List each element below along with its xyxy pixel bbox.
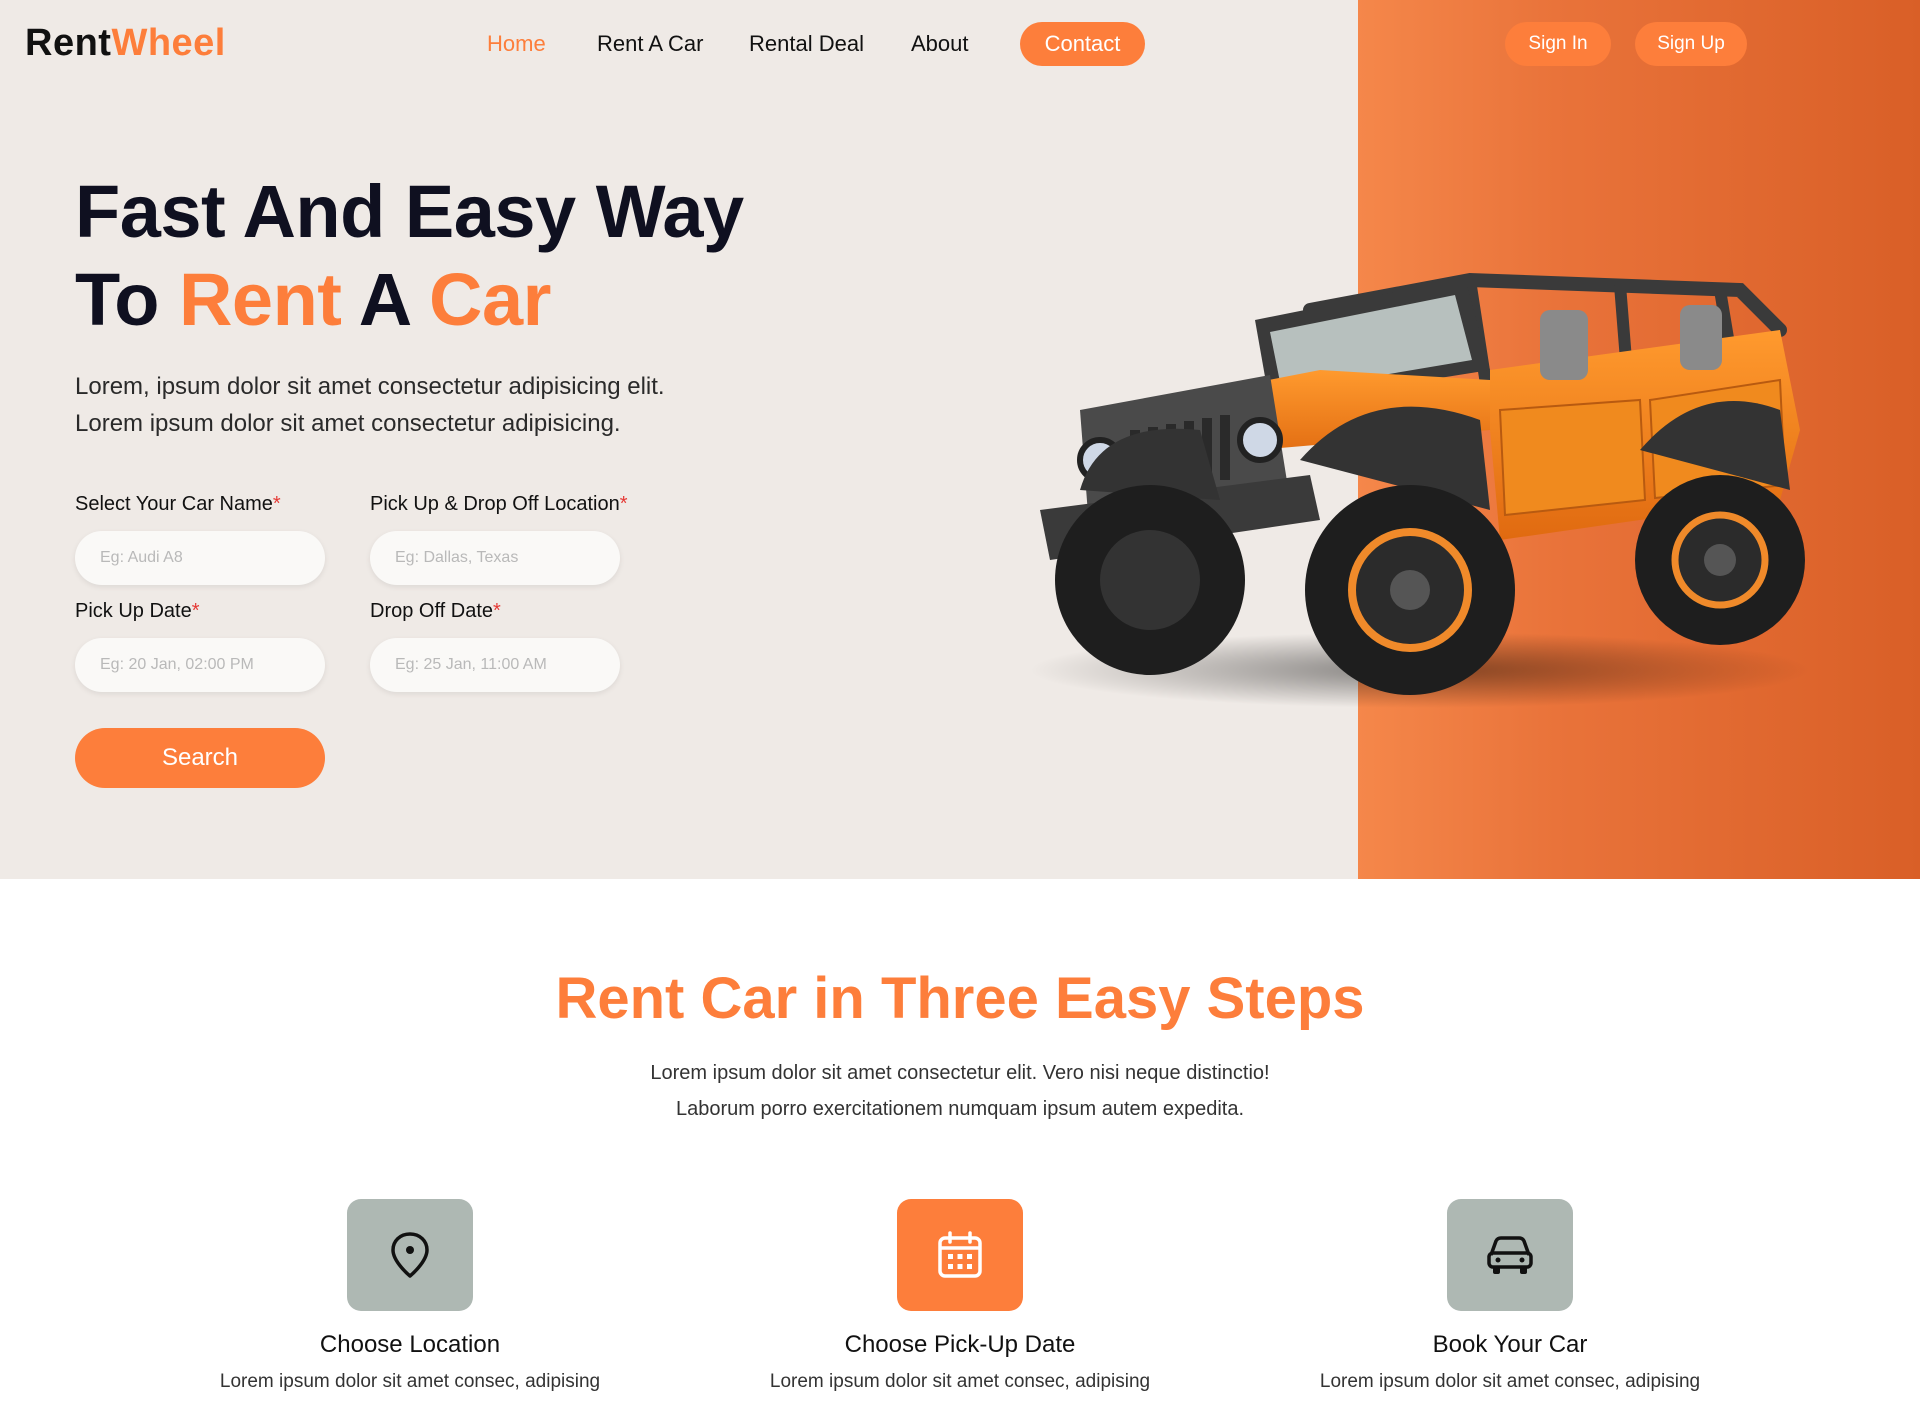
car-name-label: Select Your Car Name* <box>75 493 281 516</box>
required-mark: * <box>191 600 200 622</box>
nav-about[interactable]: About <box>911 22 969 66</box>
nav-home[interactable]: Home <box>487 22 546 66</box>
required-mark: * <box>493 600 501 622</box>
step-book-your-car: Book Your Car Lorem ipsum dolor sit amet… <box>1240 1199 1780 1393</box>
required-mark: * <box>619 493 628 515</box>
brand-logo[interactable]: RentWheel <box>25 22 226 65</box>
calendar-icon <box>938 1231 982 1278</box>
location-label: Pick Up & Drop Off Location* <box>370 493 628 516</box>
hero-subtitle-line2: Lorem ipsum dolor sit amet consectetur a… <box>75 410 621 437</box>
rear-wheel <box>1635 475 1805 645</box>
hero-subtitle-line1: Lorem, ipsum dolor sit amet consectetur … <box>75 373 665 400</box>
step-icon-box <box>347 1199 473 1311</box>
search-button[interactable]: Search <box>75 728 325 788</box>
pickup-date-label: Pick Up Date* <box>75 600 200 623</box>
headline-a: A <box>341 258 430 341</box>
car-name-input[interactable] <box>75 531 325 585</box>
nav-rental-deal[interactable]: Rental Deal <box>749 22 864 66</box>
dropoff-date-input[interactable] <box>370 638 620 692</box>
headline-car: Car <box>429 258 551 341</box>
step-title: Book Your Car <box>1432 1331 1588 1358</box>
front-right-wheel <box>1305 485 1515 695</box>
dropoff-date-label: Drop Off Date* <box>370 600 501 623</box>
jeep-car-image <box>1030 272 1810 708</box>
steps-subtitle-line2: Laborum porro exercitationem numquam ips… <box>675 1098 1245 1120</box>
sign-in-button[interactable]: Sign In <box>1505 22 1611 66</box>
nav-rent-a-car[interactable]: Rent A Car <box>597 22 703 66</box>
hero-subtitle: Lorem, ipsum dolor sit amet consectetur … <box>75 368 695 442</box>
brand-logo-part2: Wheel <box>111 22 226 64</box>
car-icon <box>1487 1236 1533 1274</box>
car-name-label-text: Select Your Car Name <box>75 493 273 515</box>
location-input[interactable] <box>370 531 620 585</box>
required-mark: * <box>272 493 281 515</box>
step-icon-box <box>897 1199 1023 1311</box>
step-text: Lorem ipsum dolor sit amet consec, adipi… <box>769 1371 1151 1392</box>
hero-section: RentWheel Home Rent A Car Rental Deal Ab… <box>0 0 1920 879</box>
step-choose-pickup-date: Choose Pick-Up Date Lorem ipsum dolor si… <box>690 1199 1230 1393</box>
hero-headline-line2: To Rent A Car <box>75 256 744 344</box>
sign-up-button[interactable]: Sign Up <box>1635 22 1747 66</box>
steps-subtitle-line1: Lorem ipsum dolor sit amet consectetur e… <box>650 1062 1270 1084</box>
headline-rent: Rent <box>178 258 342 341</box>
front-left-wheel <box>1055 485 1245 675</box>
hero-headline: Fast And Easy Way To Rent A Car <box>75 168 744 344</box>
hero-headline-line1: Fast And Easy Way <box>75 170 744 253</box>
contact-button[interactable]: Contact <box>1020 22 1145 66</box>
step-text: Lorem ipsum dolor sit amet consec, adipi… <box>219 1371 601 1392</box>
step-icon-box <box>1447 1199 1573 1311</box>
pickup-date-label-text: Pick Up Date <box>75 600 192 622</box>
steps-subtitle: Lorem ipsum dolor sit amet consectetur e… <box>0 1055 1920 1127</box>
dropoff-date-label-text: Drop Off Date <box>370 600 494 622</box>
step-title: Choose Location <box>319 1331 501 1358</box>
step-title: Choose Pick-Up Date <box>844 1331 1076 1358</box>
brand-logo-part1: Rent <box>25 22 112 64</box>
step-choose-location: Choose Location Lorem ipsum dolor sit am… <box>140 1199 680 1393</box>
map-pin-icon <box>391 1232 429 1278</box>
headline-to: To <box>75 258 179 341</box>
step-text: Lorem ipsum dolor sit amet consec, adipi… <box>1319 1371 1701 1392</box>
steps-title: Rent Car in Three Easy Steps <box>555 966 1365 1031</box>
location-label-text: Pick Up & Drop Off Location <box>370 493 620 515</box>
pickup-date-input[interactable] <box>75 638 325 692</box>
